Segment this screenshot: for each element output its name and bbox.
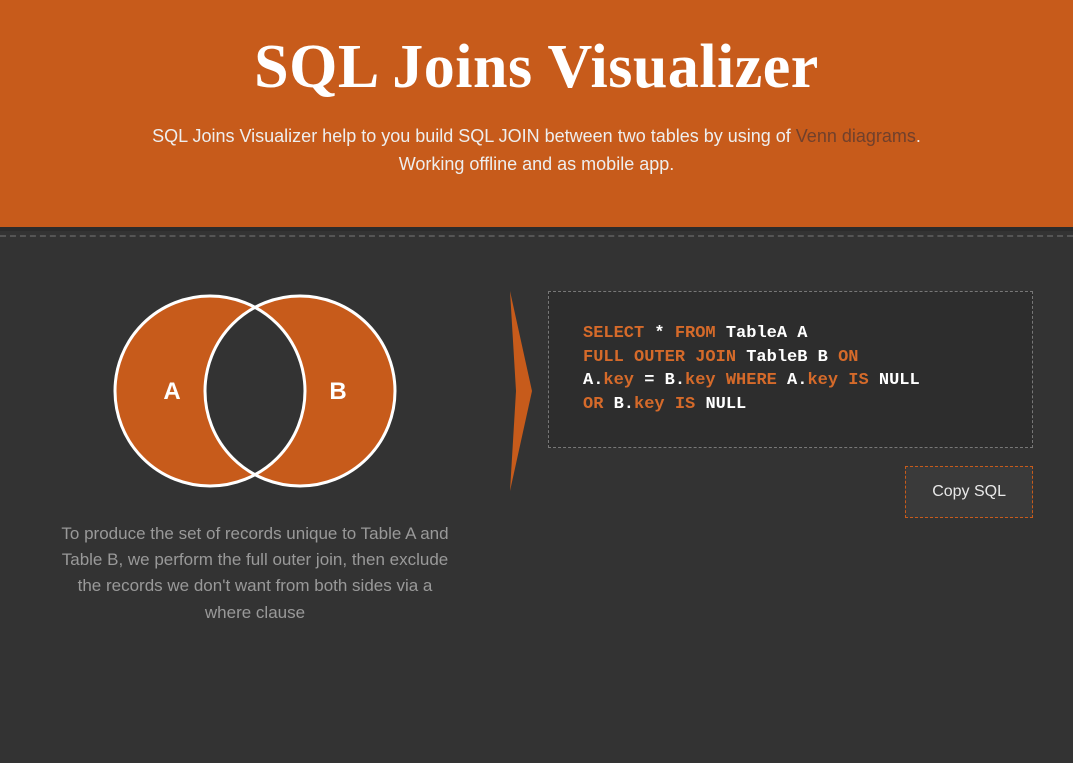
venn-diagrams-link[interactable]: Venn diagrams — [796, 126, 916, 146]
sql-keyword: WHERE — [726, 371, 777, 390]
sql-keyword: IS — [675, 395, 695, 414]
copy-sql-button[interactable]: Copy SQL — [905, 466, 1033, 518]
sql-text: = B. — [634, 371, 685, 390]
sql-keyword: FULL OUTER JOIN — [583, 348, 736, 367]
sql-keyword: key — [685, 371, 716, 390]
page-subtitle: SQL Joins Visualizer help to you build S… — [20, 123, 1053, 179]
sql-keyword: ON — [838, 348, 858, 367]
venn-column: A B To produce the set of records unique… — [40, 291, 470, 626]
page-title: SQL Joins Visualizer — [20, 32, 1053, 103]
sql-code-box: SELECT * FROM TableA A FULL OUTER JOIN Ta… — [548, 291, 1033, 448]
sql-keyword: IS — [848, 371, 868, 390]
page-header: SQL Joins Visualizer SQL Joins Visualize… — [0, 0, 1073, 231]
sql-keyword: FROM — [675, 324, 716, 343]
sql-keyword: OR — [583, 395, 603, 414]
sql-text: NULL — [879, 371, 920, 390]
sql-text: TableA A — [716, 324, 808, 343]
sql-text — [695, 395, 705, 414]
sql-keyword: SELECT — [583, 324, 644, 343]
sql-text: A. — [583, 371, 603, 390]
subtitle-text-after: . — [916, 126, 921, 146]
sql-text: * — [644, 324, 675, 343]
venn-label-b: B — [329, 378, 346, 405]
sql-keyword: key — [603, 371, 634, 390]
sql-keyword: key — [634, 395, 665, 414]
sql-column: SELECT * FROM TableA A FULL OUTER JOIN Ta… — [510, 291, 1033, 626]
sql-text: A. — [777, 371, 808, 390]
sql-text: NULL — [705, 395, 746, 414]
sql-text — [838, 371, 848, 390]
subtitle-text-before: SQL Joins Visualizer help to you build S… — [152, 126, 796, 146]
sql-text — [869, 371, 879, 390]
venn-label-a: A — [163, 378, 180, 405]
arrow-icon — [510, 291, 532, 491]
sql-text — [665, 395, 675, 414]
sql-text — [716, 371, 726, 390]
sql-keyword: key — [807, 371, 838, 390]
sql-text: TableB B — [736, 348, 838, 367]
join-description: To produce the set of records unique to … — [40, 521, 470, 626]
sql-text: B. — [603, 395, 634, 414]
subtitle-line2: Working offline and as mobile app. — [399, 154, 675, 174]
button-row: Copy SQL — [548, 466, 1033, 518]
venn-diagram[interactable]: A B — [90, 291, 420, 491]
main-content: A B To produce the set of records unique… — [0, 231, 1073, 666]
venn-diagram-container: A B — [40, 291, 470, 491]
